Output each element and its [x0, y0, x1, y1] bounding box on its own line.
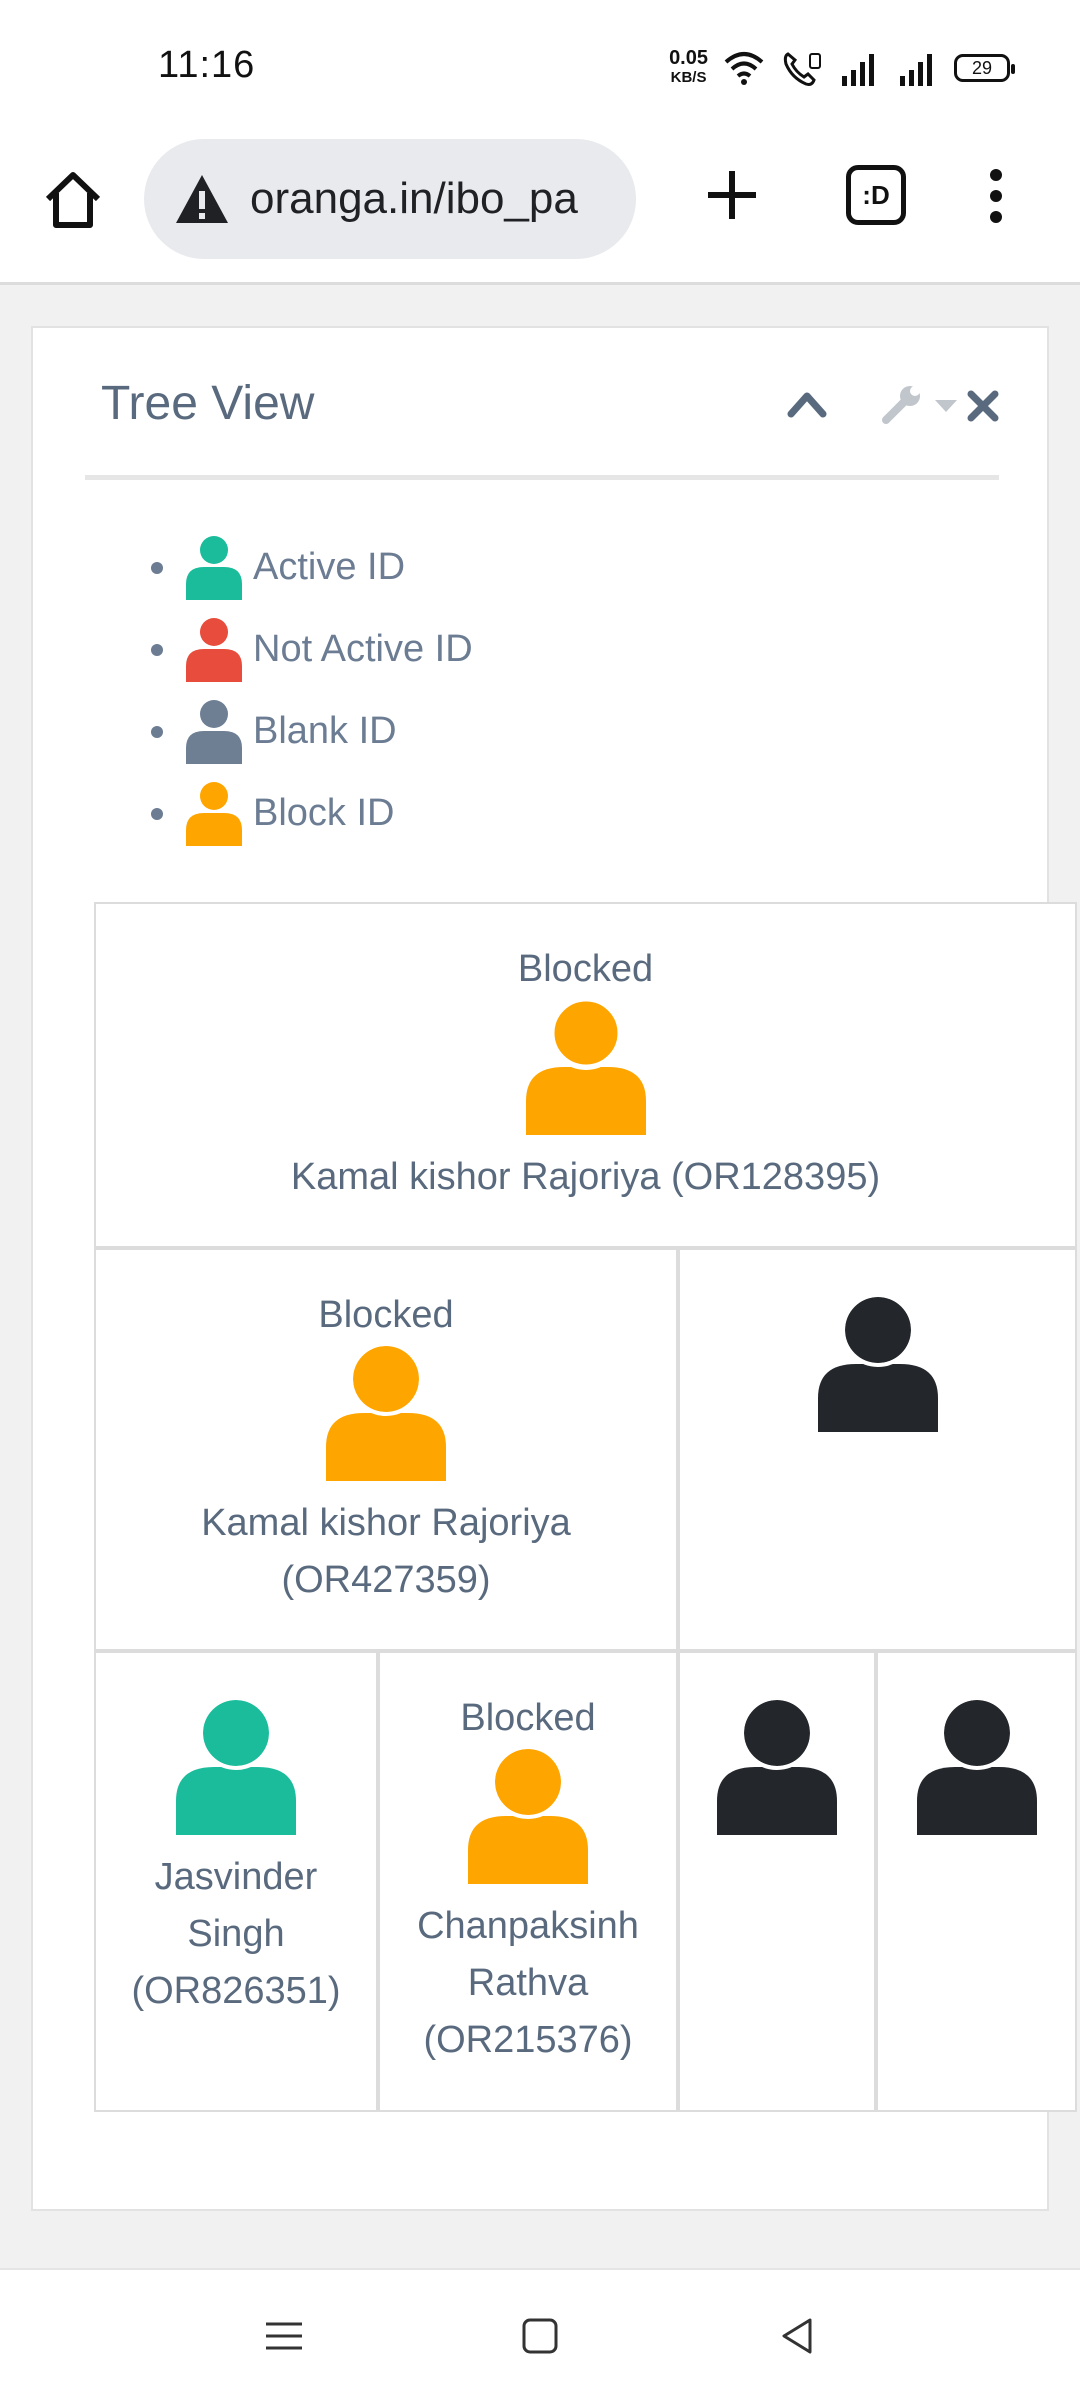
network-speed-value: 0.05	[669, 47, 708, 69]
node-name: Kamal kishor Rajoriya (OR128395)	[290, 1156, 881, 1198]
legend-item-block: Block ID	[151, 772, 473, 854]
legend-label: Active ID	[253, 545, 406, 588]
tree-node-empty[interactable]	[678, 1248, 1077, 1651]
person-icon[interactable]	[324, 1345, 448, 1481]
node-name-line: Rathva	[467, 1962, 589, 2004]
person-icon	[186, 536, 242, 600]
wrench-icon[interactable]	[880, 382, 924, 426]
tree-node-left[interactable]: Blocked Kamal kishor Rajoriya (OR427359)	[94, 1248, 678, 1651]
chevron-down-icon[interactable]	[933, 398, 959, 414]
signal-icon-1	[842, 54, 874, 86]
legend-item-active: Active ID	[151, 526, 473, 608]
person-icon[interactable]	[915, 1699, 1039, 1835]
node-name-line: Chanpaksinh	[417, 1905, 639, 1947]
more-menu-icon[interactable]	[978, 163, 1014, 229]
network-speed-unit: KB/S	[670, 69, 707, 86]
menu-dot	[990, 190, 1002, 202]
node-name-line: (OR826351)	[131, 1970, 341, 2012]
tree-node-leaf[interactable]: Blocked Chanpaksinh Rathva (OR215376)	[378, 1651, 678, 2112]
tree-node-root[interactable]: Blocked Kamal kishor Rajoriya (OR128395)	[94, 902, 1077, 1248]
url-text[interactable]: oranga.in/ibo_pa	[250, 174, 630, 224]
back-icon[interactable]	[776, 2314, 820, 2358]
wifi-icon	[724, 52, 764, 85]
tree-node-empty[interactable]	[678, 1651, 876, 2112]
browser-toolbar: oranga.in/ibo_pa :D	[0, 135, 1080, 285]
tree-node-leaf[interactable]: Jasvinder Singh (OR826351)	[94, 1651, 378, 2112]
home-nav-icon[interactable]	[518, 2314, 562, 2358]
panel-header: Tree View	[85, 328, 999, 480]
status-icons: 0.05 KB/S 29	[669, 46, 1015, 90]
legend-label: Not Active ID	[253, 627, 473, 670]
node-name-line: (OR427359)	[281, 1559, 491, 1601]
person-icon	[186, 700, 242, 764]
node-status: Blocked	[460, 1697, 596, 1739]
legend-item-blank: Blank ID	[151, 690, 473, 772]
close-icon[interactable]	[965, 388, 1001, 424]
signal-icon-2	[900, 54, 932, 86]
node-status: Blocked	[517, 948, 654, 990]
address-bar[interactable]: oranga.in/ibo_pa	[144, 139, 636, 259]
status-bar: 11:16 0.05 KB/S 29	[0, 0, 1080, 135]
system-nav-bar	[0, 2268, 1080, 2400]
network-speed: 0.05 KB/S	[669, 47, 708, 87]
menu-dot	[990, 169, 1002, 181]
volte-call-icon	[783, 52, 821, 86]
node-status: Blocked	[318, 1294, 454, 1336]
legend-list: Active ID Not Active ID Blank ID Block I…	[151, 526, 473, 854]
legend-item-not-active: Not Active ID	[151, 608, 473, 690]
person-icon[interactable]	[174, 1699, 298, 1835]
node-name-line: Jasvinder	[154, 1856, 318, 1898]
collapse-icon[interactable]	[785, 386, 829, 422]
tab-switcher-button[interactable]: :D	[846, 165, 906, 225]
node-name-line: Singh	[187, 1913, 285, 1955]
warning-icon[interactable]	[174, 173, 230, 225]
person-icon[interactable]	[524, 999, 648, 1135]
new-tab-icon[interactable]	[702, 165, 762, 225]
menu-dot	[990, 211, 1002, 223]
node-name-line: Kamal kishor Rajoriya	[201, 1502, 571, 1544]
person-icon[interactable]	[715, 1699, 839, 1835]
status-time: 11:16	[158, 44, 256, 86]
tree-table: Blocked Kamal kishor Rajoriya (OR128395)…	[94, 902, 1077, 2112]
recent-apps-icon[interactable]	[262, 2314, 306, 2358]
node-name-line: (OR215376)	[423, 2019, 633, 2061]
legend-label: Blank ID	[253, 709, 397, 752]
person-icon	[186, 782, 242, 846]
person-icon[interactable]	[466, 1748, 590, 1884]
battery-icon: 29	[954, 54, 1015, 82]
legend-label: Block ID	[253, 791, 395, 834]
person-icon[interactable]	[816, 1296, 940, 1432]
home-icon[interactable]	[40, 167, 106, 233]
panel-title: Tree View	[101, 377, 315, 430]
person-icon	[186, 618, 242, 682]
tree-node-empty[interactable]	[876, 1651, 1077, 2112]
